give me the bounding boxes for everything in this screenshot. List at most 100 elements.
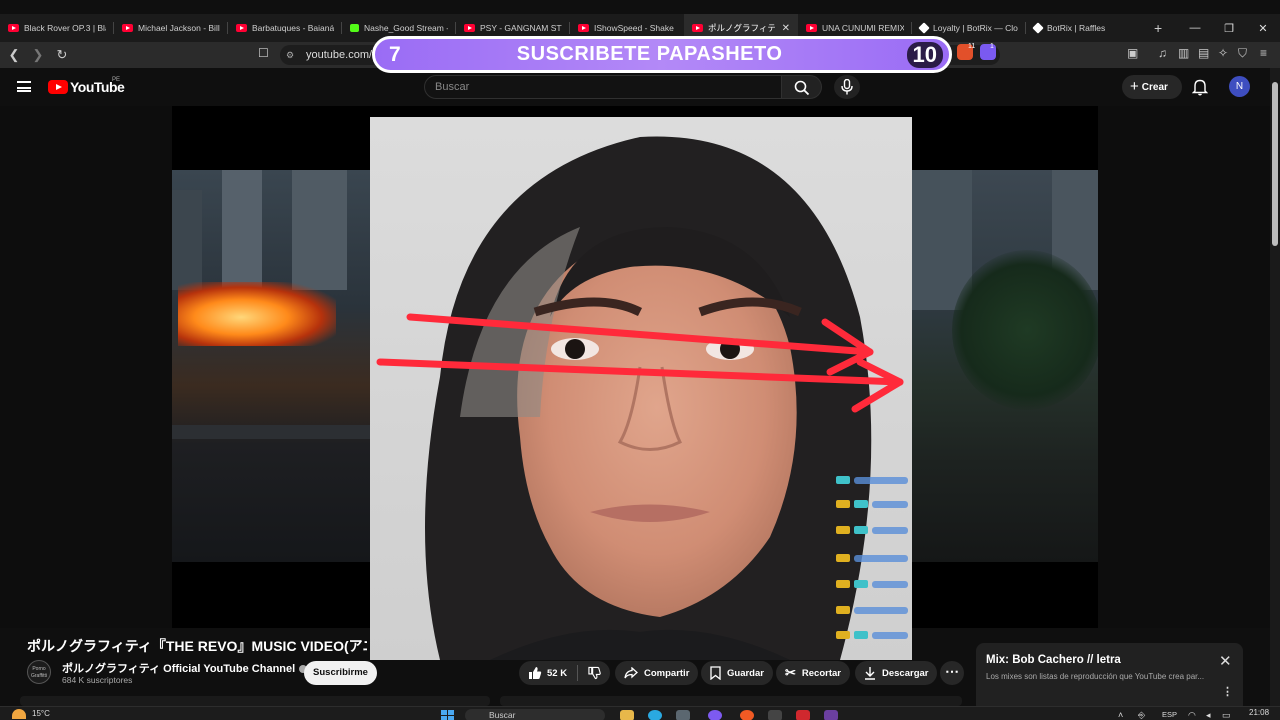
mix-playlist-panel[interactable]: Mix: Bob Cachero // letra Los mixes son … xyxy=(976,643,1243,713)
browser-tab[interactable]: BotRix | Raffles xyxy=(1026,14,1140,42)
share-label: Compartir xyxy=(644,667,690,679)
back-icon[interactable]: ❮ xyxy=(4,47,24,63)
close-icon[interactable]: ✕ xyxy=(1219,652,1232,670)
shield-count: 11 xyxy=(968,43,976,50)
weather-icon[interactable] xyxy=(12,709,26,719)
description-box[interactable] xyxy=(20,696,490,706)
save-label: Guardar xyxy=(727,667,764,679)
botrix-icon xyxy=(918,22,930,34)
youtube-icon xyxy=(236,24,247,32)
tab-label: ポルノグラフィティ『THE REVO』 xyxy=(708,23,775,33)
plus-icon: + xyxy=(1130,78,1139,95)
battery-icon[interactable]: ▭ xyxy=(1222,710,1231,720)
country-code: PE xyxy=(112,77,121,83)
browser-menu-icon[interactable]: ≡ xyxy=(1260,46,1267,60)
browser-tab[interactable]: Barbatuques - Baianá xyxy=(228,14,342,42)
like-dislike-group: 52 K xyxy=(519,661,610,685)
youtube-icon xyxy=(8,24,19,32)
brave-icon[interactable] xyxy=(740,710,754,720)
screen: Black Rover OP.3 | Black Clover Michael … xyxy=(0,0,1280,720)
subscribe-button[interactable]: Suscribirme xyxy=(304,661,377,685)
mix-title[interactable]: Mix: Bob Cachero // letra xyxy=(986,654,1121,666)
search-button[interactable] xyxy=(782,75,822,99)
tab-label: Michael Jackson - Billie Jean xyxy=(138,23,220,33)
save-bookmark-icon xyxy=(710,666,721,680)
volume-icon[interactable]: ◂ xyxy=(1206,710,1211,720)
language-indicator[interactable]: ESP xyxy=(1162,710,1177,719)
banner-right-number: 10 xyxy=(906,41,943,68)
app-icon[interactable] xyxy=(796,710,810,720)
page-scrollbar-thumb[interactable] xyxy=(1272,82,1278,246)
dislike-button-thumbs-down-icon[interactable] xyxy=(588,666,601,680)
windows-start-icon[interactable] xyxy=(441,710,454,720)
music-icon[interactable]: ♫ xyxy=(1158,46,1167,60)
channel-avatar[interactable]: Porno Graffitti xyxy=(27,660,51,684)
wifi-icon[interactable]: ◠ xyxy=(1188,710,1196,720)
reload-icon[interactable]: ↻ xyxy=(52,47,72,63)
cast-icon[interactable]: ▣ xyxy=(1127,46,1138,60)
weather-temperature[interactable]: 15°C xyxy=(32,709,50,718)
webcam-overlay xyxy=(370,117,912,660)
clock-time[interactable]: 21:08 xyxy=(1249,708,1269,717)
save-button[interactable]: Guardar xyxy=(701,661,773,685)
thumbs-up-icon xyxy=(529,667,542,679)
close-tab-icon[interactable]: ✕ xyxy=(782,23,790,34)
clip-button[interactable]: ✂ Recortar xyxy=(776,661,850,685)
tab-label: Barbatuques - Baianá xyxy=(252,23,334,33)
taskbar-search-input[interactable]: Buscar xyxy=(465,709,605,720)
new-tab-icon[interactable]: + xyxy=(1154,20,1162,36)
maximize-icon[interactable]: ❐ xyxy=(1212,22,1246,35)
more-vertical-icon[interactable]: ⋮ xyxy=(1222,685,1233,698)
edge-icon[interactable] xyxy=(648,710,662,720)
site-info-icon[interactable]: ⚙ xyxy=(286,50,294,61)
minimize-icon[interactable]: — xyxy=(1178,22,1212,34)
clip-label: Recortar xyxy=(801,667,841,679)
leo-ai-icon[interactable]: ✧ xyxy=(1218,46,1228,60)
comments-box[interactable] xyxy=(500,696,962,706)
tab-label: Black Rover OP.3 | Black Clover xyxy=(24,23,106,33)
browser-tab[interactable]: Black Rover OP.3 | Black Clover xyxy=(0,14,114,42)
voice-search-button[interactable] xyxy=(834,75,860,99)
twitch-icon[interactable] xyxy=(824,710,838,720)
youtube-audio-icon xyxy=(806,24,817,32)
channel-name-row[interactable]: ポルノグラフィティ Official YouTube Channel xyxy=(62,660,308,676)
search-input[interactable]: Buscar xyxy=(424,75,782,99)
microphone-tray-icon[interactable]: ⎆ xyxy=(1138,710,1145,720)
mix-subtitle: Los mixes son listas de reproducción que… xyxy=(986,672,1205,681)
bookmark-icon[interactable]: ☐ xyxy=(258,46,269,60)
obs-icon[interactable] xyxy=(768,710,782,720)
calculator-icon[interactable] xyxy=(676,710,690,720)
vpn-icon[interactable]: ⛉ xyxy=(1238,46,1247,61)
tab-label: PSY - GANGNAM STYLE xyxy=(480,23,562,33)
kick-icon xyxy=(350,24,359,32)
stream-chat-overlay xyxy=(836,475,908,655)
youtube-logo-icon[interactable] xyxy=(48,80,68,94)
close-window-icon[interactable]: ✕ xyxy=(1246,22,1280,35)
more-actions-button[interactable]: ⋯ xyxy=(940,661,964,685)
tab-label: UNA CUNUMI REMIX xyxy=(822,23,904,33)
account-avatar[interactable]: N xyxy=(1229,76,1250,97)
tab-label: Loyalty | BotRix — Cloud xyxy=(933,23,1018,33)
channel-name[interactable]: ポルノグラフィティ Official YouTube Channel xyxy=(62,663,295,675)
youtube-icon xyxy=(692,24,703,32)
wallet-icon[interactable]: ▤ xyxy=(1198,46,1209,60)
share-button[interactable]: Compartir xyxy=(615,661,699,685)
create-button[interactable]: + Crear xyxy=(1122,75,1182,99)
burning-bus-image xyxy=(178,282,336,346)
file-explorer-icon[interactable] xyxy=(620,710,634,720)
youtube-icon xyxy=(122,24,133,32)
download-button[interactable]: Descargar xyxy=(855,661,938,685)
hamburger-menu-icon[interactable] xyxy=(17,81,31,92)
forward-icon[interactable]: ❯ xyxy=(28,47,48,63)
video-title: ポルノグラフィティ『THE REVO』MUSIC VIDEO(アニメ xyxy=(27,638,367,654)
like-button[interactable]: 52 K xyxy=(528,666,567,680)
tab-label: Nashe_Good Stream - Kick xyxy=(364,23,448,33)
video-scene-left xyxy=(172,170,370,562)
scissors-icon: ✂ xyxy=(785,665,796,680)
sidebar-icon[interactable]: ▥ xyxy=(1178,46,1189,60)
tray-up-icon[interactable]: ˄ xyxy=(1118,710,1123,720)
browser-tab[interactable]: Michael Jackson - Billie Jean xyxy=(114,14,228,42)
share-arrow-icon xyxy=(624,667,638,679)
discord-icon[interactable] xyxy=(708,710,722,720)
notifications-bell-icon[interactable] xyxy=(1192,78,1208,96)
